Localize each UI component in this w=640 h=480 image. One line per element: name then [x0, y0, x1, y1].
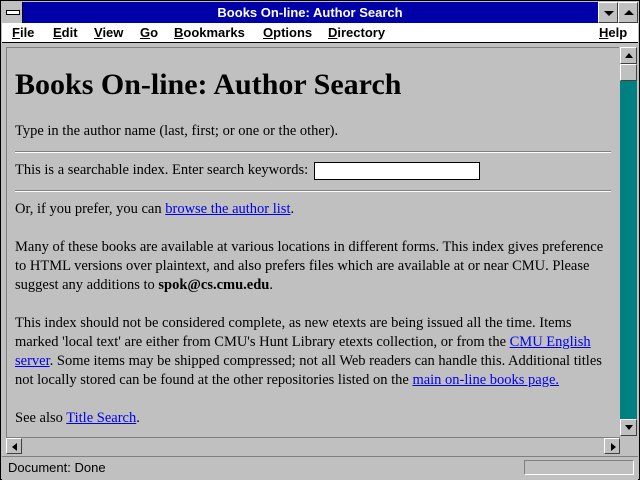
search-label: This is a searchable index. Enter search… — [15, 162, 309, 178]
see-also-prefix: See also — [15, 410, 67, 426]
menu-file[interactable]: File — [12, 23, 34, 42]
arrow-up-icon — [625, 53, 633, 58]
see-also-paragraph: See also Title Search. — [15, 409, 611, 428]
main-books-page-link[interactable]: main on-line books page. — [412, 372, 559, 388]
menu-view[interactable]: View — [94, 23, 123, 42]
document-view: Books On-line: Author Search Type in the… — [6, 47, 619, 438]
intro-text: Type in the author name (last, first; or… — [15, 123, 339, 139]
vertical-scroll-thumb[interactable] — [620, 64, 637, 81]
maximize-icon — [624, 10, 634, 15]
completeness-paragraph: This index should not be considered comp… — [15, 314, 611, 390]
availability-end: . — [269, 277, 273, 293]
completeness-text-a: This index should not be considered comp… — [15, 315, 572, 350]
minimize-button[interactable] — [598, 2, 618, 23]
availability-paragraph: Many of these books are available at var… — [15, 238, 611, 295]
menu-bar: File Edit View Go Bookmarks Options Dire… — [2, 23, 638, 43]
menu-go[interactable]: Go — [140, 23, 158, 42]
progress-indicator — [524, 460, 634, 475]
scroll-right-button[interactable] — [604, 438, 620, 454]
contact-email: spok@cs.cmu.edu — [158, 277, 270, 293]
scroll-up-button[interactable] — [620, 47, 637, 64]
menu-help[interactable]: Help — [599, 23, 627, 42]
system-menu-button[interactable] — [2, 2, 23, 23]
menu-edit[interactable]: Edit — [53, 23, 78, 42]
search-input[interactable] — [313, 161, 480, 180]
browse-paragraph: Or, if you prefer, you can browse the au… — [15, 200, 611, 219]
page-heading: Books On-line: Author Search — [15, 68, 402, 101]
menu-directory[interactable]: Directory — [328, 23, 385, 42]
divider — [15, 151, 611, 153]
menu-options[interactable]: Options — [263, 23, 312, 42]
browse-suffix: . — [290, 201, 295, 217]
see-also-suffix: . — [136, 410, 140, 426]
arrow-right-icon — [611, 443, 616, 451]
status-text: Document: Done — [8, 460, 106, 475]
menu-bookmarks[interactable]: Bookmarks — [174, 23, 245, 42]
scroll-down-button[interactable] — [620, 419, 637, 436]
browser-window: Books On-line: Author Search File Edit V… — [0, 0, 640, 480]
status-bar: Document: Done — [2, 456, 638, 480]
document-body: Books On-line: Author Search Type in the… — [15, 48, 611, 428]
arrow-down-icon — [625, 425, 633, 430]
search-row: This is a searchable index. Enter search… — [15, 161, 611, 180]
scroll-left-button[interactable] — [6, 438, 22, 454]
maximize-button[interactable] — [618, 2, 638, 23]
title-search-link[interactable]: Title Search — [66, 410, 136, 426]
system-menu-icon — [6, 10, 20, 15]
browse-prefix: Or, if you prefer, you can — [15, 201, 166, 217]
arrow-left-icon — [12, 443, 17, 451]
window-title: Books On-line: Author Search — [217, 5, 403, 20]
availability-text: Many of these books are available at var… — [15, 239, 604, 293]
title-bar: Books On-line: Author Search — [2, 2, 638, 23]
vertical-scrollbar[interactable] — [620, 47, 637, 436]
browse-author-list-link[interactable]: browse the author list — [165, 201, 290, 217]
divider — [15, 190, 611, 192]
horizontal-scrollbar[interactable] — [6, 437, 620, 454]
minimize-icon — [604, 11, 614, 16]
